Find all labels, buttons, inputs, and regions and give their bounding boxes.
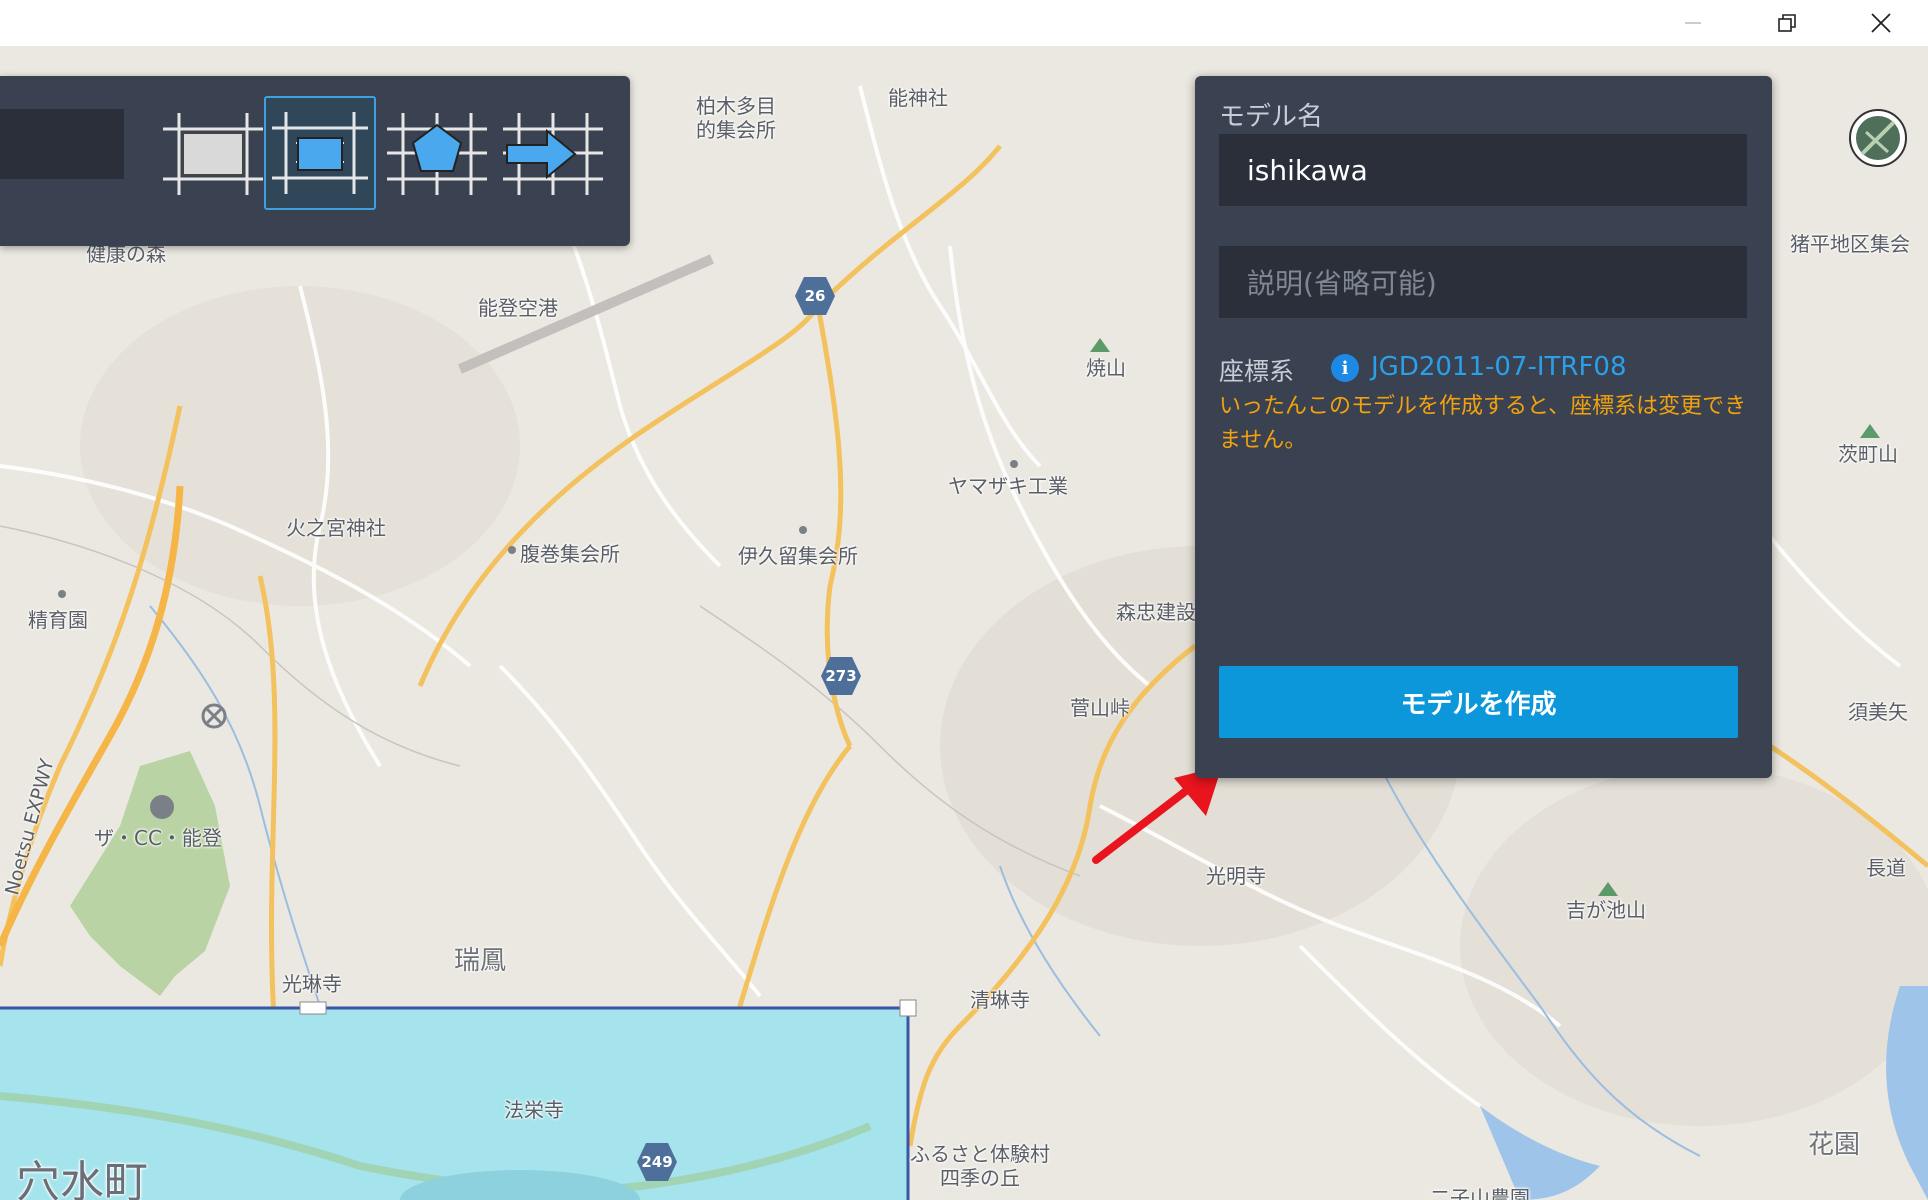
restore-icon (1778, 14, 1796, 32)
minimize-icon (1685, 22, 1701, 24)
map-label-nagamichi: 長道 (1866, 856, 1906, 880)
rectangle-area-tool[interactable] (156, 96, 268, 210)
polygon-grid-icon (387, 113, 487, 195)
map-label-suyoshi: 須美矢 (1848, 700, 1908, 724)
map-label-airport: 能登空港 (478, 296, 558, 320)
crs-warning-text: いったんこのモデルを作成すると、座標系は変更できません。 (1219, 394, 1747, 453)
map-label-seirinji: 清琳寺 (970, 988, 1030, 1012)
map-label-mizuho: 瑞鳳 (454, 946, 507, 976)
close-icon (1871, 13, 1891, 33)
map-label-seiikuen: 精育園 (28, 608, 88, 632)
window-titlebar (0, 0, 1928, 46)
map-label-furusato: ふるさと体験村 四季の丘 (910, 1142, 1050, 1190)
create-model-panel: モデル名 ishikawa 説明(省略可能) 座標系 i JGD2011-07-… (1195, 76, 1772, 778)
map-compass-icon[interactable] (1848, 108, 1908, 168)
crs-value-link[interactable]: JGD2011-07-ITRF08 (1371, 352, 1627, 382)
map-label-kashiwagi: 柏木多目 的集会所 (696, 94, 776, 142)
create-model-button[interactable]: モデルを作成 (1219, 666, 1738, 738)
map-label-ikuru: 伊久留集会所 (738, 544, 858, 568)
map-label-sugami: 菅山峠 (1070, 696, 1130, 720)
map-label-hobeiji: 法栄寺 (504, 1098, 564, 1122)
minimize-button[interactable] (1646, 0, 1740, 46)
map-label-inohira: 猪平地区集会 (1790, 232, 1910, 256)
map-label-futago: 二子山農園 (1430, 1186, 1530, 1200)
map-label-haramaki: 腹巻集会所 (520, 542, 620, 566)
selection-toolbar (0, 76, 630, 246)
map-label-anamizu: 穴水町 (16, 1157, 148, 1200)
description-input[interactable]: 説明(省略可能) (1219, 246, 1747, 318)
arrow-grid-icon (503, 113, 603, 195)
map-label-noshin: 能神社 (888, 86, 948, 110)
crs-label: 座標系 (1219, 357, 1295, 386)
rectangle-grid-icon (163, 113, 263, 195)
model-name-input[interactable]: ishikawa (1219, 134, 1747, 206)
close-button[interactable] (1834, 0, 1928, 46)
toolbar-field[interactable] (0, 109, 124, 179)
map-label-yamazaki: ヤマザキ工業 (948, 474, 1068, 498)
map-label-thecc: ザ・CC・能登 (94, 826, 222, 850)
route-shield-273: 273 (820, 656, 862, 696)
restore-button[interactable] (1740, 0, 1834, 46)
map-label-ibarahachi: 茨町山 (1838, 442, 1898, 466)
map-label-morichu: 森忠建設 (1116, 600, 1196, 624)
polygon-tool[interactable] (380, 96, 492, 210)
map-label-korinji: 光琳寺 (282, 972, 342, 996)
map-label-hanazono: 花園 (1808, 1130, 1861, 1160)
import-tool[interactable] (496, 96, 608, 210)
model-name-label: モデル名 (1219, 102, 1324, 132)
rectangle-select-tool[interactable] (264, 96, 376, 210)
map-label-hinomiya: 火之宮神社 (286, 516, 386, 540)
map-label-komyoji: 光明寺 (1206, 864, 1266, 888)
route-shield-249: 249 (636, 1142, 678, 1182)
map-label-yoshiga: 吉が池山 (1566, 898, 1646, 922)
route-shield-26: 26 (794, 276, 836, 316)
rectangle-select-icon (272, 112, 368, 194)
info-icon[interactable]: i (1331, 354, 1359, 382)
map-label-yakiyama: 焼山 (1086, 356, 1126, 380)
